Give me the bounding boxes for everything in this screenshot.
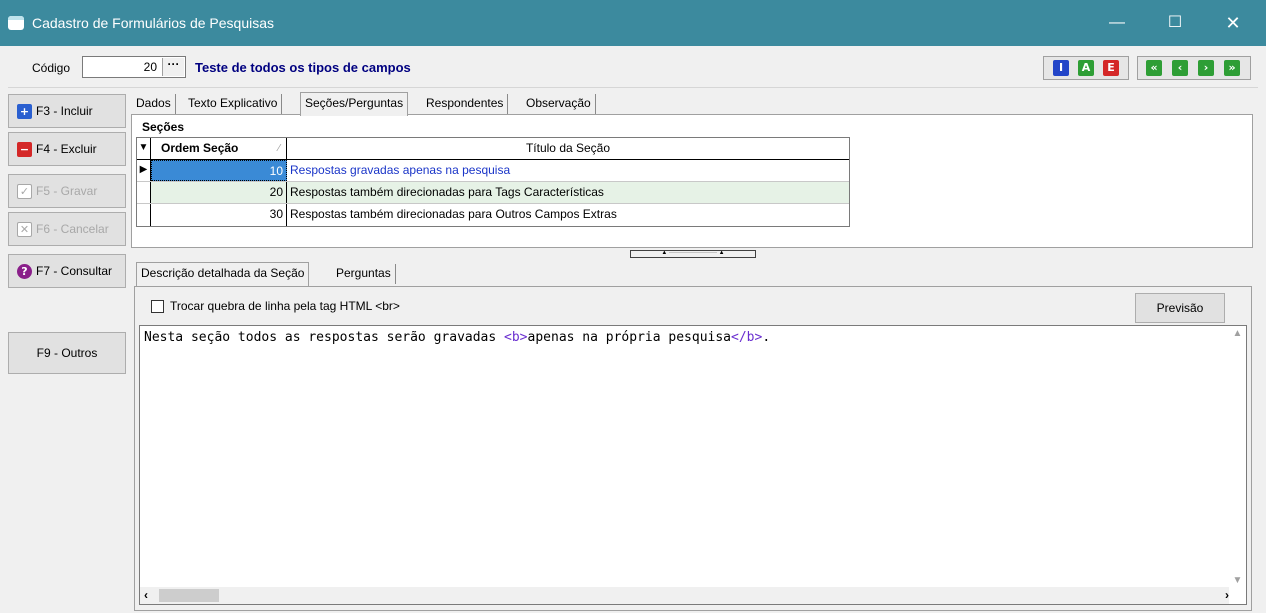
code-label: Código <box>32 61 71 75</box>
include-label: F3 - Incluir <box>36 104 93 118</box>
tab-dados[interactable]: Dados <box>132 94 176 114</box>
preview-button[interactable]: Previsão <box>1135 293 1225 323</box>
tab-secoes-perguntas[interactable]: Seções/Perguntas <box>300 92 409 116</box>
secoes-grid: ▼ Ordem Seção ⁄ Título da Seção ▶ 10 Resp… <box>136 137 850 227</box>
table-row[interactable]: 30 Respostas também direcionadas para Ou… <box>137 204 849 226</box>
column-header-ordem[interactable]: Ordem Seção ⁄ <box>151 138 287 159</box>
consult-button[interactable]: ? F7 - Consultar <box>8 254 126 288</box>
scroll-down-icon[interactable]: ▼ <box>1229 575 1246 586</box>
next-record-button[interactable]: › <box>1198 60 1214 76</box>
maximize-button[interactable]: ☐ <box>1152 0 1198 46</box>
cell-titulo[interactable]: Respostas gravadas apenas na pesquisa <box>287 160 849 181</box>
column-header-titulo[interactable]: Título da Seção <box>287 138 849 159</box>
alter-mode-button[interactable]: A <box>1078 60 1094 76</box>
br-checkbox-label: Trocar quebra de linha pela tag HTML <br… <box>170 299 400 313</box>
app-icon <box>8 16 24 30</box>
br-checkbox[interactable] <box>151 300 164 314</box>
tab-texto-explicativo[interactable]: Texto Explicativo <box>184 94 283 114</box>
cell-titulo[interactable]: Respostas também direcionadas para Tags … <box>287 182 849 203</box>
tab-observacao[interactable]: Observação <box>522 94 596 114</box>
save-label: F5 - Gravar <box>36 184 98 198</box>
table-row[interactable]: 20 Respostas também direcionadas para Ta… <box>137 182 849 204</box>
scroll-left-icon[interactable]: ‹ <box>144 588 148 602</box>
secoes-group-label: Seções <box>142 120 185 134</box>
cell-ordem[interactable]: 20 <box>151 182 287 203</box>
sort-icon: ⁄ <box>278 143 280 154</box>
horizontal-scrollbar[interactable]: ‹ › <box>140 587 1229 604</box>
first-record-button[interactable]: « <box>1146 60 1162 76</box>
action-sidebar: + F3 - Incluir − F4 - Excluir ✓ F5 - Gravar… <box>8 88 126 613</box>
title-bar: Cadastro de Formulários de Pesquisas — ☐… <box>0 0 1266 46</box>
main-area: Dados Texto Explicativo Seções/Perguntas… <box>128 88 1258 613</box>
cell-titulo[interactable]: Respostas também direcionadas para Outro… <box>287 204 849 226</box>
insert-mode-button[interactable]: I <box>1053 60 1069 76</box>
description-text: Nesta seção todos as respostas serão gra… <box>144 330 771 345</box>
prev-record-button[interactable]: ‹ <box>1172 60 1188 76</box>
close-button[interactable]: ✕ <box>1210 0 1256 46</box>
check-icon: ✓ <box>17 184 32 200</box>
others-button[interactable]: F9 - Outros <box>8 332 126 374</box>
cancel-label: F6 - Cancelar <box>36 222 109 236</box>
question-icon: ? <box>17 264 32 280</box>
grid-header: ▼ Ordem Seção ⁄ Título da Seção <box>137 138 849 160</box>
delete-label: F4 - Excluir <box>36 142 97 156</box>
code-lookup-button[interactable]: ··· <box>162 58 184 76</box>
cancel-button[interactable]: ✕ F6 - Cancelar <box>8 212 126 246</box>
grid-column-menu-icon[interactable]: ▼ <box>137 138 151 159</box>
form-description: Teste de todos os tipos de campos <box>195 60 411 75</box>
consult-label: F7 - Consultar <box>36 264 113 278</box>
iae-button-group: I A E <box>1043 56 1129 80</box>
scroll-thumb[interactable] <box>159 589 219 602</box>
table-row[interactable]: ▶ 10 Respostas gravadas apenas na pesqui… <box>137 160 849 182</box>
row-indicator-icon: ▶ <box>137 160 151 181</box>
tab-descricao-detalhada[interactable]: Descrição detalhada da Seção <box>136 262 310 286</box>
row-indicator <box>137 182 151 203</box>
cell-ordem[interactable]: 10 <box>151 160 287 181</box>
code-value: 20 <box>143 60 157 74</box>
tab-respondentes[interactable]: Respondentes <box>422 94 509 114</box>
br-checkbox-row[interactable]: Trocar quebra de linha pela tag HTML <br… <box>151 299 400 314</box>
plus-icon: + <box>17 104 32 120</box>
cell-ordem[interactable]: 30 <box>151 204 287 226</box>
save-button[interactable]: ✓ F5 - Gravar <box>8 174 126 208</box>
html-tag: <b> <box>504 330 528 345</box>
vertical-scrollbar[interactable]: ▲ ▼ <box>1229 326 1246 588</box>
splitter-handle[interactable]: ▲ ························ ▲ <box>630 250 756 258</box>
code-field[interactable]: 20 ··· <box>82 56 186 78</box>
description-textarea[interactable]: Nesta seção todos as respostas serão gra… <box>139 325 1247 605</box>
delete-mode-button[interactable]: E <box>1103 60 1119 76</box>
include-button[interactable]: + F3 - Incluir <box>8 94 126 128</box>
code-bar: Código 20 ··· Teste de todos os tipos de… <box>8 46 1258 88</box>
delete-button[interactable]: − F4 - Excluir <box>8 132 126 166</box>
minimize-button[interactable]: — <box>1094 0 1140 46</box>
scroll-right-icon[interactable]: › <box>1225 588 1229 602</box>
window-title: Cadastro de Formulários de Pesquisas <box>32 15 275 31</box>
record-navigation: « ‹ › » <box>1137 56 1251 80</box>
row-indicator <box>137 204 151 226</box>
tab-perguntas[interactable]: Perguntas <box>332 264 396 284</box>
scroll-up-icon[interactable]: ▲ <box>1229 328 1246 339</box>
last-record-button[interactable]: » <box>1224 60 1240 76</box>
descricao-panel: Trocar quebra de linha pela tag HTML <br… <box>134 286 1252 611</box>
x-icon: ✕ <box>17 222 32 238</box>
html-tag: </b> <box>731 330 763 345</box>
secoes-panel: ▼ Ordem Seção ⁄ Título da Seção ▶ 10 Resp… <box>131 114 1253 248</box>
minus-icon: − <box>17 142 32 158</box>
